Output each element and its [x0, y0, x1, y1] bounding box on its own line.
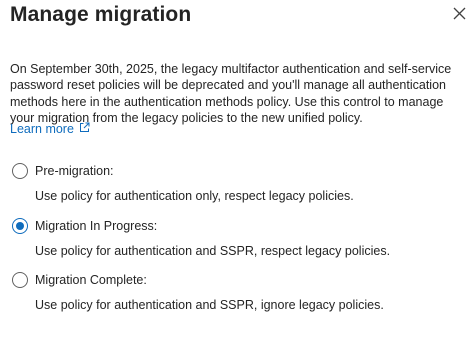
- migration-in-progress-radio-row[interactable]: Migration In Progress:: [12, 218, 462, 234]
- option-pre-migration: Pre-migration: Use policy for authentica…: [12, 163, 462, 203]
- page-title: Manage migration: [10, 3, 192, 26]
- learn-more-label: Learn more: [10, 122, 74, 136]
- migration-complete-radio-row[interactable]: Migration Complete:: [12, 272, 462, 288]
- migration-in-progress-label: Migration In Progress:: [35, 219, 158, 233]
- external-link-icon: [79, 122, 90, 136]
- migration-in-progress-description: Use policy for authentication and SSPR, …: [35, 244, 391, 258]
- pre-migration-description: Use policy for authentication only, resp…: [35, 189, 354, 203]
- close-button[interactable]: [449, 6, 469, 26]
- migration-complete-radio[interactable]: [12, 272, 28, 288]
- migration-description: On September 30th, 2025, the legacy mult…: [10, 62, 452, 125]
- learn-more-link[interactable]: Learn more: [10, 122, 90, 136]
- pre-migration-radio-row[interactable]: Pre-migration:: [12, 163, 462, 179]
- manage-migration-panel: Manage migration On September 30th, 2025…: [0, 0, 474, 340]
- migration-complete-description: Use policy for authentication and SSPR, …: [35, 298, 384, 312]
- migration-complete-label: Migration Complete:: [35, 273, 147, 287]
- pre-migration-label: Pre-migration:: [35, 164, 114, 178]
- migration-in-progress-radio[interactable]: [12, 218, 28, 234]
- option-migration-complete: Migration Complete: Use policy for authe…: [12, 272, 462, 312]
- pre-migration-radio[interactable]: [12, 163, 28, 179]
- option-migration-in-progress: Migration In Progress: Use policy for au…: [12, 218, 462, 258]
- close-icon: [453, 7, 466, 25]
